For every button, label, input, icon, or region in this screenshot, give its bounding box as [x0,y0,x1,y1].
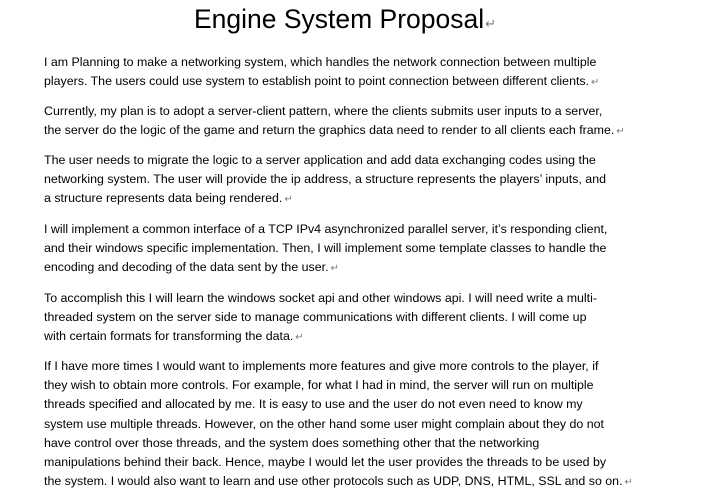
paragraph-mark-icon: ↵ [616,126,625,138]
paragraph-line: with certain formats for transforming th… [44,327,714,346]
paragraph-line: the server do the logic of the game and … [44,121,714,140]
paragraph-mark-icon: ↵ [295,332,304,344]
paragraph-4: I will implement a common interface of a… [44,220,714,278]
paragraph-line: players. The users could use system to e… [44,72,714,91]
paragraph-line: system use multiple threads. However, on… [44,416,604,431]
paragraph-mark-icon: ↵ [485,17,497,32]
line-text: the system. I would also want to learn a… [44,474,623,489]
line-text: encoding and decoding of the data sent b… [44,260,329,275]
document-page: Engine System Proposal↵ I am Planning to… [0,0,717,502]
paragraph-5: To accomplish this I will learn the wind… [44,289,714,347]
paragraph-mark-icon: ↵ [330,263,339,275]
paragraph-line: and their windows specific implementatio… [44,241,607,256]
paragraph-line: Currently, my plan is to adopt a server-… [44,104,603,118]
paragraph-line: they wish to obtain more controls. For e… [44,378,594,393]
paragraph-line: I will implement a common interface of a… [44,222,608,236]
line-text: players. The users could use system to e… [44,74,590,89]
paragraph-line: encoding and decoding of the data sent b… [44,258,714,277]
paragraph-line: threaded system on the server side to ma… [44,310,587,325]
paragraph-line: To accomplish this I will learn the wind… [44,291,598,305]
paragraph-line: a structure represents data being render… [44,189,714,208]
paragraph-line: networking system. The user will provide… [44,172,606,187]
document-title: Engine System Proposal↵ [0,2,690,42]
paragraph-line: The user needs to migrate the logic to a… [44,153,596,167]
paragraph-mark-icon: ↵ [284,194,293,206]
line-text: the server do the logic of the game and … [44,123,615,138]
paragraph-6: If I have more times I would want to imp… [44,357,714,491]
paragraph-2: Currently, my plan is to adopt a server-… [44,102,714,140]
paragraph-1: I am Planning to make a networking syste… [44,53,714,91]
paragraph-line: threads specified and allocated by me. I… [44,397,583,412]
line-text: with certain formats for transforming th… [44,329,294,344]
paragraph-line: the system. I would also want to learn a… [44,472,714,491]
paragraph-mark-icon: ↵ [591,77,600,89]
paragraph-line: I am Planning to make a networking syste… [44,55,597,69]
paragraph-line: If I have more times I would want to imp… [44,359,599,373]
paragraph-3: The user needs to migrate the logic to a… [44,151,714,209]
paragraph-mark-icon: ↵ [624,477,633,489]
line-text: a structure represents data being render… [44,191,283,206]
paragraph-line: manipulations behind their back. Hence, … [44,454,607,469]
title-text: Engine System Proposal [193,4,485,34]
paragraph-line: have control over those threads, and the… [44,435,540,450]
